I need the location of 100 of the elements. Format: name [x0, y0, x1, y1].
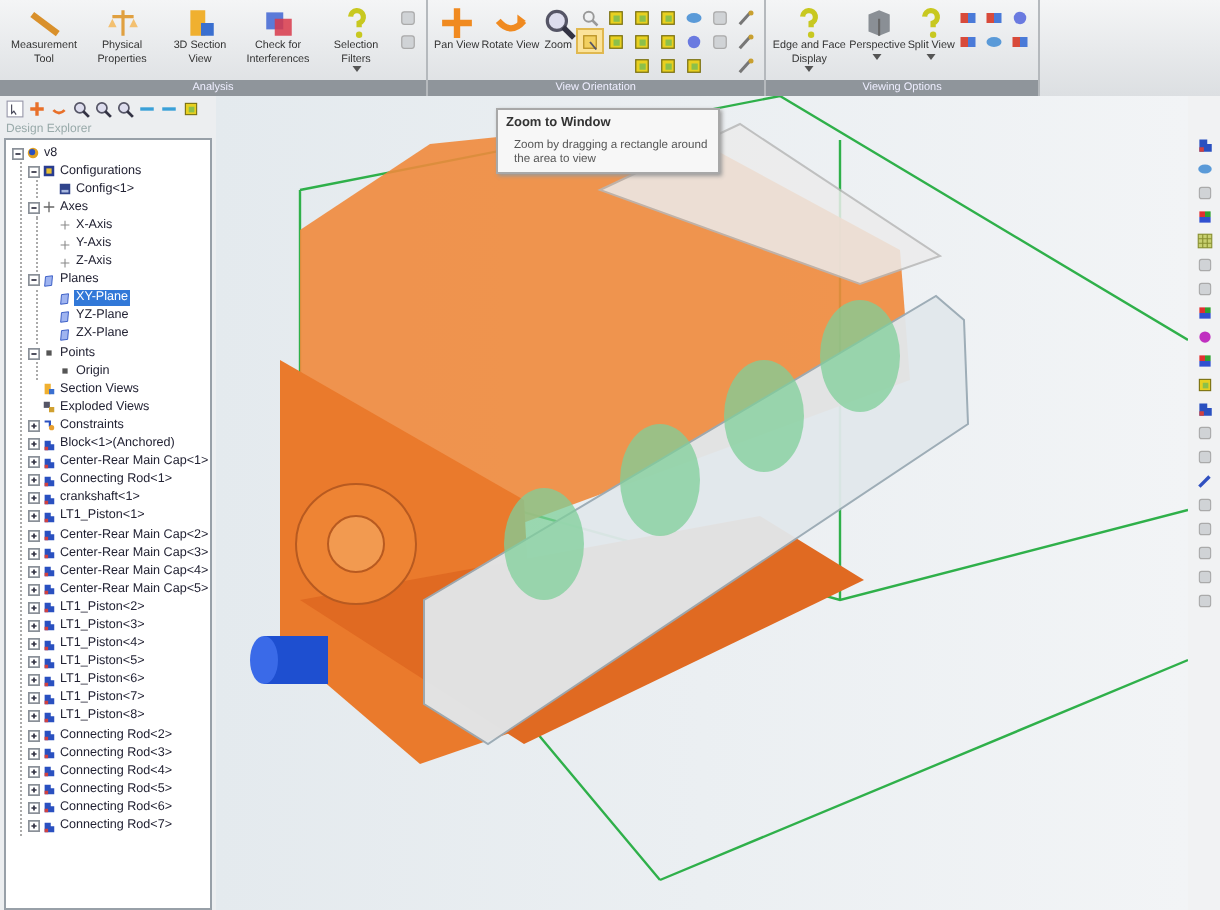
- expand-toggle-icon[interactable]: [28, 638, 40, 651]
- colored-cube-icon: [1195, 208, 1213, 226]
- part-icon: [42, 782, 56, 797]
- expand-toggle-icon[interactable]: [28, 801, 40, 814]
- toolbar-button[interactable]: [1195, 208, 1213, 226]
- expand-toggle-icon[interactable]: [28, 510, 40, 523]
- part-icon: [42, 746, 56, 761]
- colored-parts-icon: [984, 7, 1005, 27]
- axes-icon: [42, 200, 56, 215]
- expand-toggle-icon[interactable]: [28, 747, 40, 760]
- expand-toggle-icon[interactable]: [28, 529, 40, 542]
- expand-toggle-icon[interactable]: [28, 601, 40, 614]
- configuration-icon: [58, 182, 72, 197]
- toolbar-button[interactable]: [1195, 472, 1213, 490]
- expand-toggle-icon[interactable]: [28, 765, 40, 778]
- magnifier-icon: [72, 99, 90, 117]
- part-icon: [42, 800, 56, 815]
- toolbar-button[interactable]: [116, 99, 134, 117]
- axis-icon: [58, 237, 72, 252]
- part-icon: [42, 819, 56, 834]
- part-icon: [42, 691, 56, 706]
- toolbar-button[interactable]: [6, 99, 24, 117]
- collapse-toggle-icon[interactable]: [12, 147, 24, 160]
- expand-toggle-icon[interactable]: [28, 474, 40, 487]
- expand-toggle-icon[interactable]: [28, 456, 40, 469]
- expand-toggle-icon[interactable]: [28, 674, 40, 687]
- collapse-toggle-icon[interactable]: [28, 274, 40, 287]
- cube-icon: [605, 7, 626, 27]
- part-icon: [42, 546, 56, 561]
- expand-toggle-icon[interactable]: [28, 656, 40, 669]
- square-icon: [1195, 496, 1213, 514]
- square-icon: [1195, 280, 1213, 298]
- part-icon: [42, 709, 56, 724]
- grid-icon: [1195, 232, 1213, 250]
- ellipse-icon: [984, 31, 1005, 51]
- toolbar-button[interactable]: [1195, 400, 1213, 418]
- ellipse-icon: [1195, 160, 1213, 178]
- part-icon: [1195, 400, 1213, 418]
- part-icon: [42, 473, 56, 488]
- colored-parts-icon: [958, 31, 979, 51]
- expand-toggle-icon[interactable]: [28, 729, 40, 742]
- expand-toggle-icon[interactable]: [28, 438, 40, 451]
- expand-toggle-icon[interactable]: [28, 492, 40, 505]
- cube-icon: [1195, 376, 1213, 394]
- cube-icon: [657, 7, 678, 27]
- cube-icon: [683, 55, 704, 75]
- expand-toggle-icon[interactable]: [28, 419, 40, 432]
- part-icon: [1195, 136, 1213, 154]
- part-icon: [42, 728, 56, 743]
- square-icon: [398, 7, 418, 27]
- part-icon: [42, 582, 56, 597]
- assembly-icon: [26, 146, 40, 161]
- part-icon: [42, 437, 56, 452]
- magnifier-icon: [94, 99, 112, 117]
- square-icon: [398, 31, 418, 51]
- axis-icon: [58, 255, 72, 270]
- cube-icon: [657, 55, 678, 75]
- part-icon: [42, 455, 56, 470]
- pen-icon: [1195, 472, 1213, 490]
- cube-icon: [631, 7, 652, 27]
- part-icon: [42, 600, 56, 615]
- part-icon: [42, 655, 56, 670]
- square-icon: [1195, 592, 1213, 610]
- cube-icon: [631, 55, 652, 75]
- toolbar-button[interactable]: [1195, 352, 1213, 370]
- part-icon: [42, 509, 56, 524]
- square-icon: [1195, 520, 1213, 538]
- ruler-icon: [27, 6, 61, 40]
- expand-toggle-icon[interactable]: [28, 583, 40, 596]
- toolbar-button[interactable]: [1195, 304, 1213, 322]
- plus-icon: [28, 99, 46, 117]
- colored-parts-icon: [1010, 31, 1031, 51]
- collapse-toggle-icon[interactable]: [28, 347, 40, 360]
- part-icon: [42, 491, 56, 506]
- axis-icon: [58, 218, 72, 233]
- point-icon: [58, 364, 72, 379]
- expand-toggle-icon[interactable]: [28, 820, 40, 833]
- expand-toggle-icon[interactable]: [28, 565, 40, 578]
- part-icon: [42, 673, 56, 688]
- overlap-squares-icon: [261, 6, 295, 40]
- toolbar-button[interactable]: [72, 99, 90, 117]
- expand-toggle-icon[interactable]: [28, 710, 40, 723]
- cube-icon: [605, 31, 626, 51]
- collapse-toggle-icon[interactable]: [28, 165, 40, 178]
- expand-toggle-icon[interactable]: [28, 547, 40, 560]
- configurations-icon: [42, 164, 56, 179]
- expand-toggle-icon[interactable]: [28, 783, 40, 796]
- magnifier-icon: [116, 99, 134, 117]
- expand-toggle-icon[interactable]: [28, 619, 40, 632]
- colored-cube-icon: [1195, 352, 1213, 370]
- toolbar-button[interactable]: [1195, 136, 1213, 154]
- collapse-toggle-icon[interactable]: [28, 201, 40, 214]
- sphere-icon: [1010, 7, 1031, 27]
- part-icon: [42, 528, 56, 543]
- square-icon: [709, 31, 730, 51]
- toolbar-button[interactable]: [94, 99, 112, 117]
- cube-icon: [657, 31, 678, 51]
- expand-toggle-icon[interactable]: [28, 692, 40, 705]
- square-icon: [1195, 256, 1213, 274]
- part-icon: [42, 764, 56, 779]
